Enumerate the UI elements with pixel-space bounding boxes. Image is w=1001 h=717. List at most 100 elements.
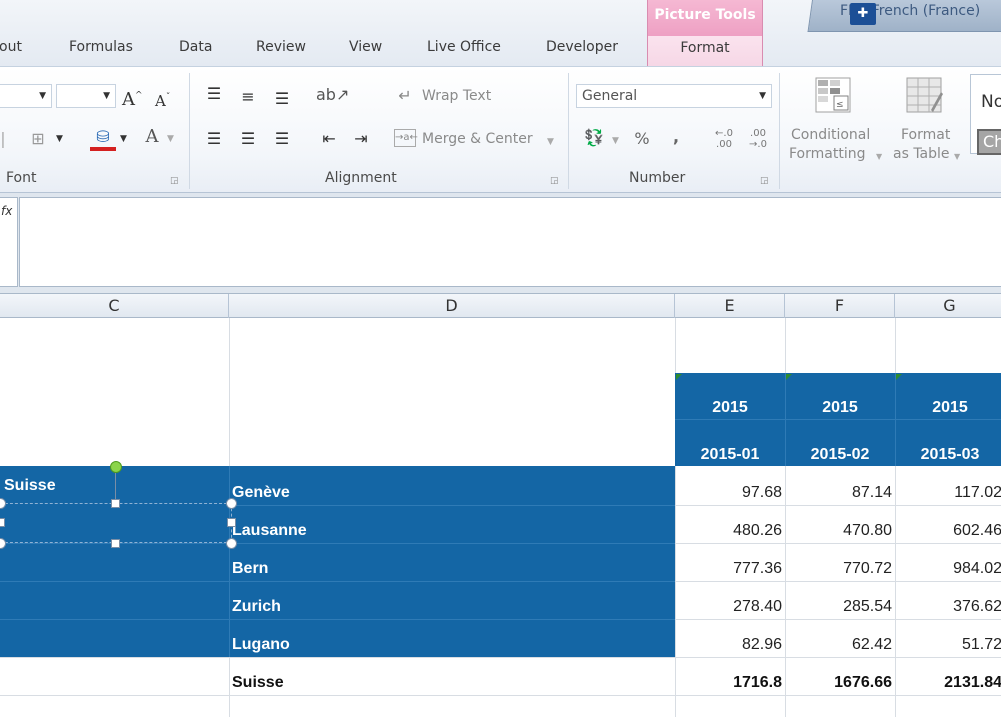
value-cell[interactable]: 82.96 <box>686 636 782 654</box>
column-header-f[interactable]: F <box>785 294 895 318</box>
worksheet-grid[interactable]: 2015 2015 2015 2015-01 2015-02 2015-03 S… <box>0 318 1001 717</box>
tab-format[interactable]: Format <box>647 36 763 66</box>
total-cell[interactable]: 1716.8 <box>686 674 782 692</box>
font-color-icon[interactable]: A <box>142 127 162 147</box>
font-name-combo[interactable]: ▼ <box>0 84 52 108</box>
wrap-text-icon[interactable]: ↵ <box>394 86 416 106</box>
value-cell[interactable]: 278.40 <box>686 598 782 616</box>
city-label[interactable]: Bern <box>232 560 268 578</box>
value-cell[interactable]: 470.80 <box>796 522 892 540</box>
decrease-indent-icon[interactable]: ⇤ <box>318 129 340 149</box>
resize-handle-top-right[interactable] <box>226 498 237 509</box>
value-cell[interactable]: 777.36 <box>686 560 782 578</box>
format-as-table-dropdown-icon[interactable]: ▼ <box>954 147 960 167</box>
align-right-icon[interactable]: ☰ <box>271 129 293 149</box>
accounting-dropdown-icon[interactable]: ▼ <box>612 131 619 151</box>
cell-style-check[interactable]: Ch <box>977 129 1001 155</box>
tab-data[interactable]: Data <box>179 39 212 55</box>
font-color-dropdown-icon[interactable]: ▼ <box>167 129 174 149</box>
resize-handle-top[interactable] <box>111 499 120 508</box>
group-separator <box>189 73 190 189</box>
city-label[interactable]: Lausanne <box>232 522 307 540</box>
value-cell[interactable]: 62.42 <box>796 636 892 654</box>
total-label[interactable]: Suisse <box>232 674 284 692</box>
align-left-icon[interactable]: ☰ <box>203 129 225 149</box>
format-as-table-line2[interactable]: as Table <box>893 145 950 164</box>
align-bottom-icon[interactable]: ☰ <box>271 89 293 109</box>
decrease-decimal-icon[interactable]: .00 →.0 <box>744 128 772 150</box>
conditional-formatting-line1[interactable]: Conditional <box>791 126 870 145</box>
city-label[interactable]: Lugano <box>232 636 290 654</box>
tab-developer[interactable]: Developer <box>546 39 618 55</box>
comma-style-button[interactable]: , <box>669 127 683 147</box>
resize-handle-bottom[interactable] <box>111 539 120 548</box>
resize-handle-right[interactable] <box>227 518 236 527</box>
value-cell[interactable]: 87.14 <box>796 484 892 502</box>
selected-picture-outline[interactable] <box>0 503 232 543</box>
increase-decimal-icon[interactable]: ←.0.00 <box>710 128 738 150</box>
conditional-formatting-dropdown-icon[interactable]: ▼ <box>876 147 882 167</box>
orientation-icon[interactable]: ab↗ <box>316 85 349 105</box>
value-cell[interactable]: 602.46 <box>906 522 1001 540</box>
value-cell[interactable]: 984.02 <box>906 560 1001 578</box>
cell-style-normal[interactable]: No <box>981 92 1001 112</box>
conditional-formatting-line2[interactable]: Formatting <box>789 145 865 164</box>
increase-indent-icon[interactable]: ⇥ <box>350 129 372 149</box>
wrap-text-button[interactable]: Wrap Text <box>422 88 491 104</box>
merge-center-icon[interactable]: →a← <box>394 129 418 147</box>
language-icon[interactable]: ✚ <box>850 3 876 25</box>
tab-page-layout[interactable]: out <box>0 39 22 55</box>
cell-styles-gallery[interactable]: No Ch <box>970 74 1001 155</box>
value-cell[interactable]: 480.26 <box>686 522 782 540</box>
insert-function-button[interactable]: fx <box>0 197 18 287</box>
resize-handle-left[interactable] <box>0 518 5 527</box>
value-cell[interactable]: 51.72 <box>906 636 1001 654</box>
total-cell[interactable]: 2131.84 <box>906 674 1001 692</box>
merge-center-button[interactable]: Merge & Center <box>422 131 533 147</box>
align-middle-icon[interactable]: ≡ <box>237 87 259 107</box>
value-cell[interactable]: 97.68 <box>686 484 782 502</box>
conditional-formatting-icon[interactable]: ≤ <box>814 76 852 114</box>
error-indicator <box>676 374 682 380</box>
borders-icon[interactable]: ⊞ <box>27 129 49 149</box>
format-as-table-icon[interactable] <box>905 76 943 114</box>
year-header: 2015 <box>932 399 968 416</box>
borders-dropdown-icon[interactable]: ▼ <box>56 129 63 149</box>
city-label[interactable]: Genève <box>232 484 290 502</box>
formula-input[interactable] <box>19 197 1001 287</box>
value-cell[interactable]: 770.72 <box>796 560 892 578</box>
align-center-icon[interactable]: ☰ <box>237 129 259 149</box>
tab-formulas[interactable]: Formulas <box>69 39 133 55</box>
tab-view[interactable]: View <box>349 39 382 55</box>
group-separator <box>568 73 569 189</box>
fill-color-dropdown-icon[interactable]: ▼ <box>120 129 127 149</box>
align-top-icon[interactable]: ☰ <box>203 84 225 104</box>
column-header-g[interactable]: G <box>895 294 1001 318</box>
merge-dropdown-icon[interactable]: ▼ <box>547 132 554 152</box>
font-dialog-launcher-icon[interactable]: ◲ <box>170 176 180 186</box>
rotation-handle[interactable] <box>110 461 122 473</box>
alignment-dialog-launcher-icon[interactable]: ◲ <box>550 176 560 186</box>
region-label[interactable]: Suisse <box>4 477 56 495</box>
shrink-font-icon[interactable]: Aˇ <box>155 88 170 111</box>
column-header-e[interactable]: E <box>675 294 785 318</box>
column-header-c[interactable]: C <box>0 294 229 318</box>
number-format-combo[interactable]: General ▼ <box>576 84 772 108</box>
underline-icon[interactable]: | <box>0 129 8 149</box>
total-cell[interactable]: 1676.66 <box>796 674 892 692</box>
column-header-d[interactable]: D <box>229 294 675 318</box>
percent-style-button[interactable]: % <box>632 129 652 149</box>
tab-review[interactable]: Review <box>256 39 306 55</box>
value-cell[interactable]: 376.62 <box>906 598 1001 616</box>
tab-live-office[interactable]: Live Office <box>427 39 501 55</box>
resize-handle-bottom-right[interactable] <box>226 538 237 549</box>
value-cell[interactable]: 117.02 <box>906 484 1001 502</box>
fill-color-icon[interactable]: ⛁ <box>90 127 116 151</box>
font-size-combo[interactable]: ▼ <box>56 84 116 108</box>
grow-font-icon[interactable]: A^ <box>122 86 143 110</box>
accounting-format-icon[interactable]: 💱 <box>581 128 607 148</box>
format-as-table-line1[interactable]: Format <box>901 126 950 145</box>
value-cell[interactable]: 285.54 <box>796 598 892 616</box>
city-label[interactable]: Zurich <box>232 598 281 616</box>
number-dialog-launcher-icon[interactable]: ◲ <box>760 176 770 186</box>
